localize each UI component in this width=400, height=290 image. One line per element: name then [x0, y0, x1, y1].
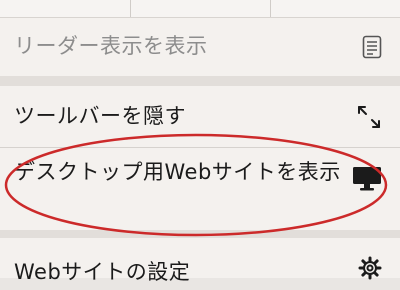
- section-divider: [0, 76, 400, 86]
- menu-item-label: ツールバーを隠す: [14, 104, 186, 128]
- menu-item-label: Webサイトの設定: [14, 260, 191, 284]
- desktop-monitor-icon: [352, 166, 382, 196]
- top-button-row: [0, 0, 400, 18]
- menu-item-reader-view[interactable]: リーダー表示を表示: [0, 18, 400, 76]
- reader-view-icon: [362, 35, 382, 63]
- expand-arrows-icon: [356, 104, 382, 134]
- divider: [130, 0, 131, 17]
- menu-item-website-settings[interactable]: Webサイトの設定: [0, 238, 400, 284]
- divider: [270, 0, 271, 17]
- menu-item-desktop-site[interactable]: デスクトップ用Webサイトを表示: [0, 148, 400, 230]
- menu-item-label: リーダー表示を表示: [14, 34, 208, 58]
- page-menu: リーダー表示を表示 ツールバーを隠す デスクトップ用Webサイトを表示 Webサ…: [0, 0, 400, 284]
- menu-item-hide-toolbar[interactable]: ツールバーを隠す: [0, 86, 400, 148]
- menu-item-label: デスクトップ用Webサイトを表示: [14, 160, 341, 184]
- section-divider: [0, 230, 400, 238]
- gear-icon: [358, 256, 382, 284]
